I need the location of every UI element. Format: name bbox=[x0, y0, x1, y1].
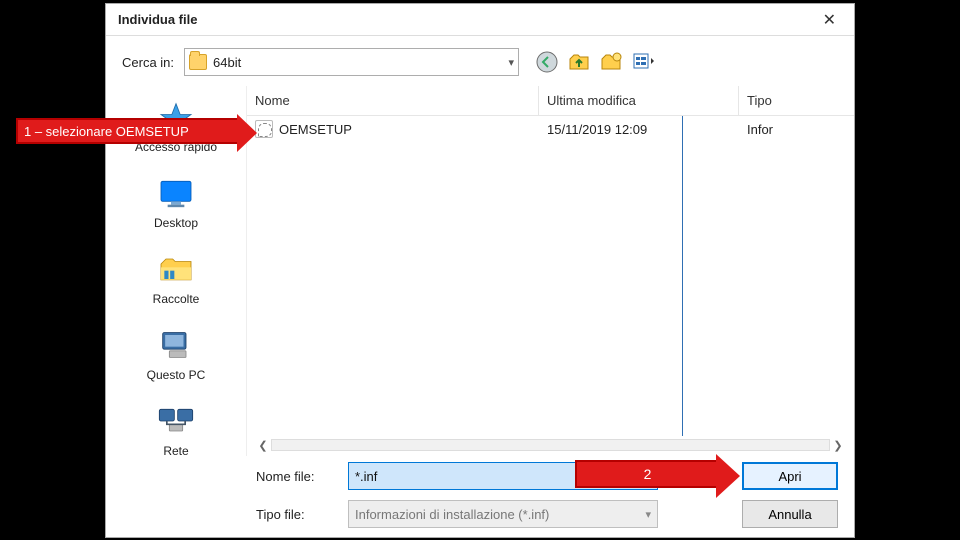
chevron-down-icon[interactable]: ▾ bbox=[509, 56, 515, 69]
annotation-step-2: 2 bbox=[575, 460, 720, 488]
chevron-down-icon: ▾ bbox=[645, 508, 651, 521]
place-network-label: Rete bbox=[106, 444, 246, 458]
filename-row: Nome file: Apri bbox=[256, 462, 838, 490]
this-pc-icon bbox=[155, 326, 197, 364]
folder-icon bbox=[189, 54, 207, 70]
titlebar: Individua file ✕ bbox=[106, 4, 854, 36]
place-this-pc[interactable]: Questo PC bbox=[106, 320, 246, 392]
filetype-label: Tipo file: bbox=[256, 507, 336, 522]
look-in-label: Cerca in: bbox=[122, 55, 174, 70]
horizontal-scrollbar[interactable]: ❮ ❯ bbox=[255, 436, 846, 454]
filetype-combo[interactable]: Informazioni di installazione (*.inf) ▾ bbox=[348, 500, 658, 528]
toolbar-icons bbox=[535, 50, 655, 74]
place-network[interactable]: Rete bbox=[106, 396, 246, 468]
file-open-dialog: Individua file ✕ Cerca in: 64bit ▾ bbox=[105, 3, 855, 538]
place-desktop[interactable]: Desktop bbox=[106, 168, 246, 240]
bottom-controls: Nome file: Apri Tipo file: Informazioni … bbox=[106, 456, 854, 536]
network-icon bbox=[155, 402, 197, 440]
arrow-right-icon bbox=[716, 454, 740, 498]
back-icon[interactable] bbox=[535, 50, 559, 74]
column-resize-handle[interactable] bbox=[682, 116, 683, 436]
annotation-step-1: 1 – selezionare OEMSETUP bbox=[16, 118, 241, 144]
scroll-left-icon[interactable]: ❮ bbox=[255, 439, 271, 452]
window-title: Individua file bbox=[118, 12, 815, 27]
file-name: OEMSETUP bbox=[279, 122, 352, 137]
arrow-right-icon bbox=[237, 114, 257, 152]
file-list-pane: Nome Ultima modifica Tipo OEMSETUP 15/11… bbox=[246, 86, 854, 456]
place-libraries-label: Raccolte bbox=[106, 292, 246, 306]
close-icon[interactable]: ✕ bbox=[815, 6, 844, 34]
column-header-type[interactable]: Tipo bbox=[739, 86, 854, 115]
new-folder-icon[interactable] bbox=[599, 50, 623, 74]
scroll-right-icon[interactable]: ❯ bbox=[830, 439, 846, 452]
place-libraries[interactable]: Raccolte bbox=[106, 244, 246, 316]
cancel-button[interactable]: Annulla bbox=[742, 500, 838, 528]
look-in-value: 64bit bbox=[213, 55, 502, 70]
filename-label: Nome file: bbox=[256, 469, 336, 484]
file-type: Infor bbox=[739, 122, 854, 137]
look-in-combo[interactable]: 64bit ▾ bbox=[184, 48, 519, 76]
scroll-track[interactable] bbox=[271, 439, 830, 451]
look-in-row: Cerca in: 64bit ▾ bbox=[106, 36, 854, 86]
filetype-value: Informazioni di installazione (*.inf) bbox=[355, 507, 549, 522]
column-header-name[interactable]: Nome bbox=[247, 86, 539, 115]
inf-file-icon bbox=[255, 120, 273, 138]
place-this-pc-label: Questo PC bbox=[106, 368, 246, 382]
libraries-icon bbox=[155, 250, 197, 288]
filetype-row: Tipo file: Informazioni di installazione… bbox=[256, 500, 838, 528]
file-list-header: Nome Ultima modifica Tipo bbox=[247, 86, 854, 116]
desktop-icon bbox=[155, 174, 197, 212]
file-modified: 15/11/2019 12:09 bbox=[539, 122, 739, 137]
place-desktop-label: Desktop bbox=[106, 216, 246, 230]
file-row[interactable]: OEMSETUP 15/11/2019 12:09 Infor bbox=[247, 116, 854, 142]
open-button[interactable]: Apri bbox=[742, 462, 838, 490]
up-one-level-icon[interactable] bbox=[567, 50, 591, 74]
column-header-modified[interactable]: Ultima modifica bbox=[539, 86, 739, 115]
view-menu-icon[interactable] bbox=[631, 50, 655, 74]
